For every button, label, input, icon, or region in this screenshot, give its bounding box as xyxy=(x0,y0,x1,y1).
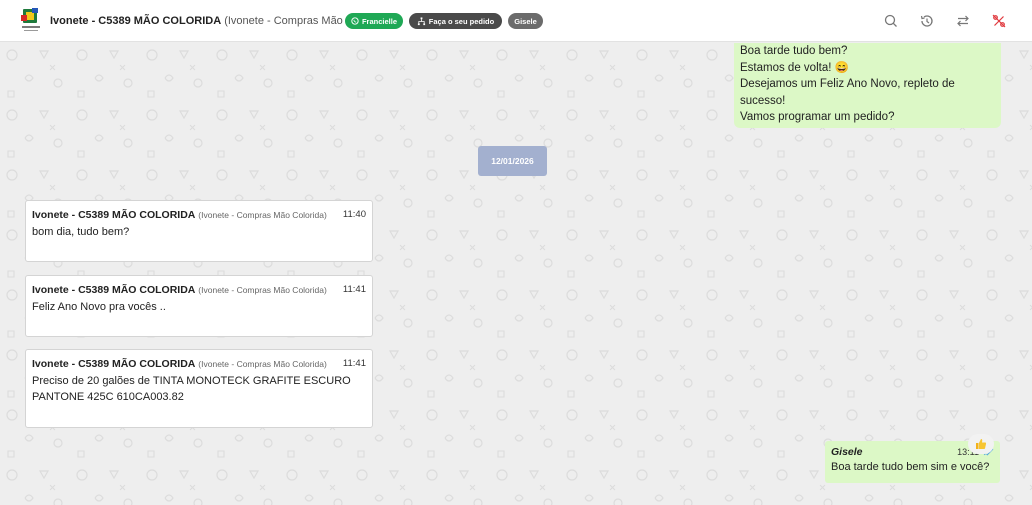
incoming-message[interactable]: Ivonete - C5389 MÃO COLORIDA (Ivonete - … xyxy=(25,200,373,262)
message-text: bom dia, tudo bem? xyxy=(32,226,130,238)
message-time: 11:40 xyxy=(342,209,366,220)
contact-title[interactable]: Ivonete - C5389 MÃO COLORIDA (Ivonete - … xyxy=(50,15,391,27)
company-logo xyxy=(21,8,40,31)
message-line: Estamos de volta! 😄 xyxy=(740,61,849,74)
outgoing-message[interactable]: Boa tarde tudo bem? Estamos de volta! 😄 … xyxy=(734,43,1001,128)
transfer-icon[interactable] xyxy=(955,13,971,29)
history-icon[interactable] xyxy=(919,13,935,29)
thumbs-up-icon xyxy=(976,439,987,449)
incoming-message[interactable]: Ivonete - C5389 MÃO COLORIDA (Ivonete - … xyxy=(25,275,373,337)
message-time: 11:41 xyxy=(342,358,366,369)
date-separator: 12/01/2026 xyxy=(478,146,547,176)
order-button[interactable]: Faça o seu pedido xyxy=(409,13,502,29)
message-time: 11:41 xyxy=(342,284,366,295)
message-text: Feliz Ano Novo pra vocês .. xyxy=(32,301,166,313)
percent-off-icon[interactable] xyxy=(991,13,1007,29)
agent-badge-label: Francielle xyxy=(361,16,397,26)
order-button-label: Faça o seu pedido xyxy=(428,16,495,26)
message-text: Boa tarde tudo bem sim e você? xyxy=(831,461,990,473)
message-text: Preciso de 20 galões de TINTA MONOTECK G… xyxy=(32,375,351,403)
sender-name: Ivonete - C5389 MÃO COLORIDA xyxy=(32,284,196,296)
search-icon[interactable] xyxy=(883,13,899,29)
date-separator-label: 12/01/2026 xyxy=(491,156,534,166)
message-line: Vamos programar um pedido? xyxy=(740,111,895,123)
sender-subtitle: (Ivonete - Compras Mão Colorida) xyxy=(198,359,327,369)
agent-badge[interactable]: Francielle xyxy=(345,13,403,29)
sender-subtitle: (Ivonete - Compras Mão Colorida) xyxy=(198,285,327,295)
sitemap-icon xyxy=(417,16,425,25)
incoming-message[interactable]: Ivonete - C5389 MÃO COLORIDA (Ivonete - … xyxy=(25,349,373,428)
chat-header: Ivonete - C5389 MÃO COLORIDA (Ivonete - … xyxy=(0,0,1032,42)
sender-subtitle: (Ivonete - Compras Mão Colorida) xyxy=(198,210,327,220)
reaction-badge[interactable] xyxy=(968,434,994,454)
message-line: Desejamos um Feliz Ano Novo, repleto de … xyxy=(740,78,955,107)
sender-name: Ivonete - C5389 MÃO COLORIDA xyxy=(32,358,196,370)
user-badge-label: Gisele xyxy=(514,16,537,26)
chat-area[interactable]: Boa tarde tudo bem? Estamos de volta! 😄 … xyxy=(0,43,1032,505)
whatsapp-icon xyxy=(351,17,359,25)
sender-name: Ivonete - C5389 MÃO COLORIDA xyxy=(32,209,196,221)
message-line: Boa tarde tudo bem? xyxy=(740,45,848,57)
user-badge[interactable]: Gisele xyxy=(508,13,543,29)
contact-name: Ivonete - C5389 MÃO COLORIDA xyxy=(50,15,222,27)
